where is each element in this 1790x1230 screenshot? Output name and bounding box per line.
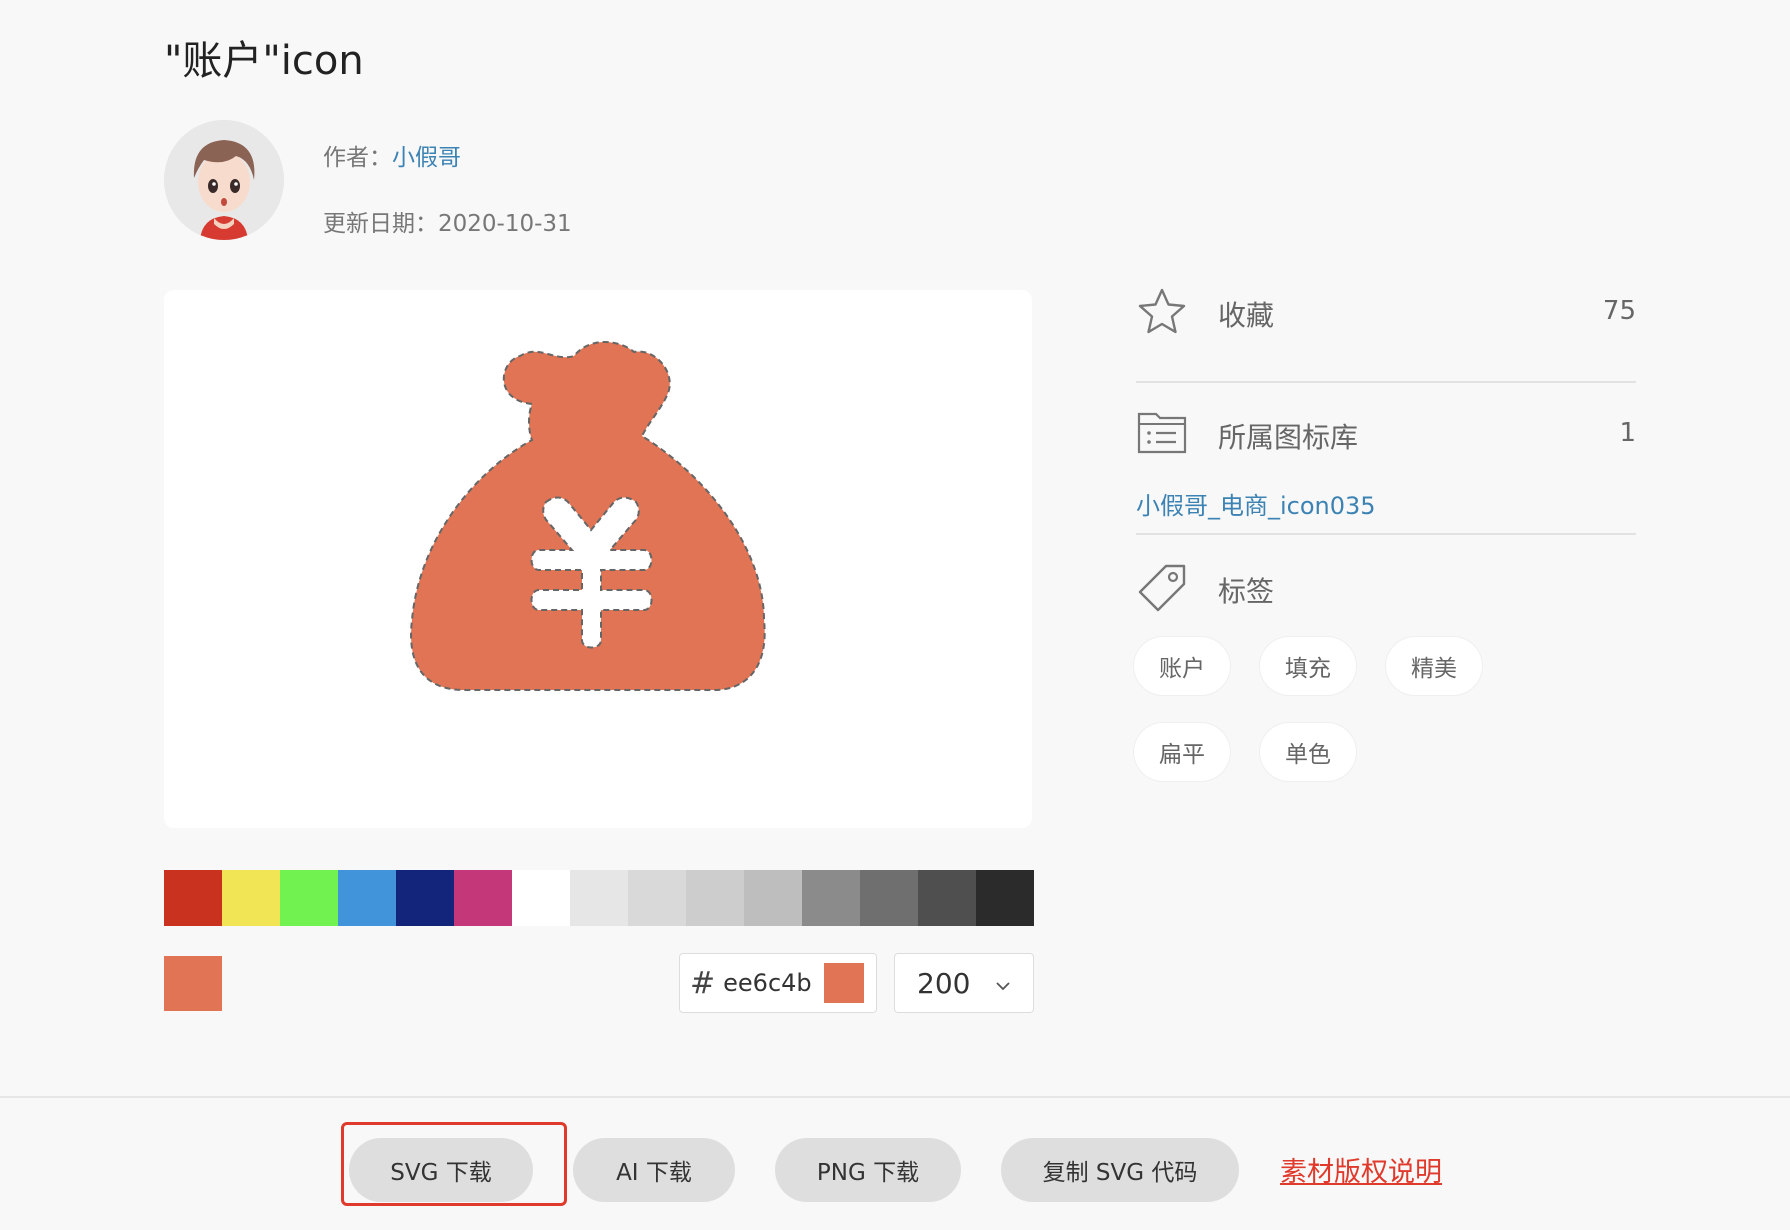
color-swatch[interactable] [396,870,454,926]
tags-header: 标签 [1136,562,1636,612]
icon-preview [164,290,1032,828]
size-value: 200 [917,966,971,1000]
hash-symbol: # [690,965,716,1001]
png-download-button[interactable]: PNG 下载 [775,1138,961,1202]
tag-chip[interactable]: 填充 [1260,637,1356,695]
copy-svg-code-button[interactable]: 复制 SVG 代码 [1001,1138,1239,1202]
star-icon [1136,286,1188,342]
tag-chip[interactable]: 精美 [1386,637,1482,695]
color-swatch[interactable] [628,870,686,926]
library-link[interactable]: 小假哥_电商_icon035 [1136,486,1376,521]
favorite-count: 75 [1602,296,1636,326]
copyright-link[interactable]: 素材版权说明 [1280,1150,1442,1189]
tag-chip[interactable]: 账户 [1134,637,1230,695]
hex-value[interactable]: ee6c4b [723,969,812,997]
divider [1136,533,1636,535]
folder-list-icon [1136,406,1188,460]
color-swatch[interactable] [744,870,802,926]
update-date-label: 更新日期： [323,211,438,237]
hex-color-chip[interactable] [824,963,864,1003]
color-swatch[interactable] [976,870,1034,926]
update-date-value: 2020-10-31 [438,211,572,237]
avatar-illustration [164,120,284,240]
current-color-swatch [164,956,222,1011]
chevron-down-icon [995,976,1011,995]
tag-chip[interactable]: 扁平 [1134,723,1230,781]
favorite-label: 收藏 [1218,299,1275,332]
size-select[interactable]: 200 [894,953,1034,1013]
footer-divider [0,1096,1790,1098]
color-swatch[interactable] [454,870,512,926]
color-swatch[interactable] [512,870,570,926]
color-palette [164,870,1034,926]
library-row: 所属图标库 1 [1136,406,1636,456]
color-swatch[interactable] [918,870,976,926]
favorite-row[interactable]: 收藏 75 [1136,286,1636,336]
money-bag-yuan-icon [410,341,766,691]
color-swatch[interactable] [164,870,222,926]
color-swatch[interactable] [802,870,860,926]
author-line: 作者：小假哥 [323,138,461,172]
tags-label: 标签 [1218,575,1275,608]
tag-icon [1136,562,1188,618]
tag-chip[interactable]: 单色 [1260,723,1356,781]
color-swatch[interactable] [222,870,280,926]
color-swatch[interactable] [338,870,396,926]
ai-download-button[interactable]: AI 下载 [573,1138,735,1202]
divider [1136,381,1636,383]
color-swatch[interactable] [570,870,628,926]
library-count: 1 [1619,418,1636,448]
selection-highlight [341,1122,567,1206]
page-title: "账户"icon [164,38,364,84]
color-swatch[interactable] [280,870,338,926]
update-date-line: 更新日期：2020-10-31 [323,204,572,238]
color-swatch[interactable] [686,870,744,926]
author-avatar[interactable] [164,120,284,240]
author-link[interactable]: 小假哥 [392,145,461,171]
hex-color-input[interactable]: # ee6c4b [679,953,877,1013]
color-swatch[interactable] [860,870,918,926]
library-label: 所属图标库 [1218,421,1359,454]
author-label: 作者： [323,145,392,171]
